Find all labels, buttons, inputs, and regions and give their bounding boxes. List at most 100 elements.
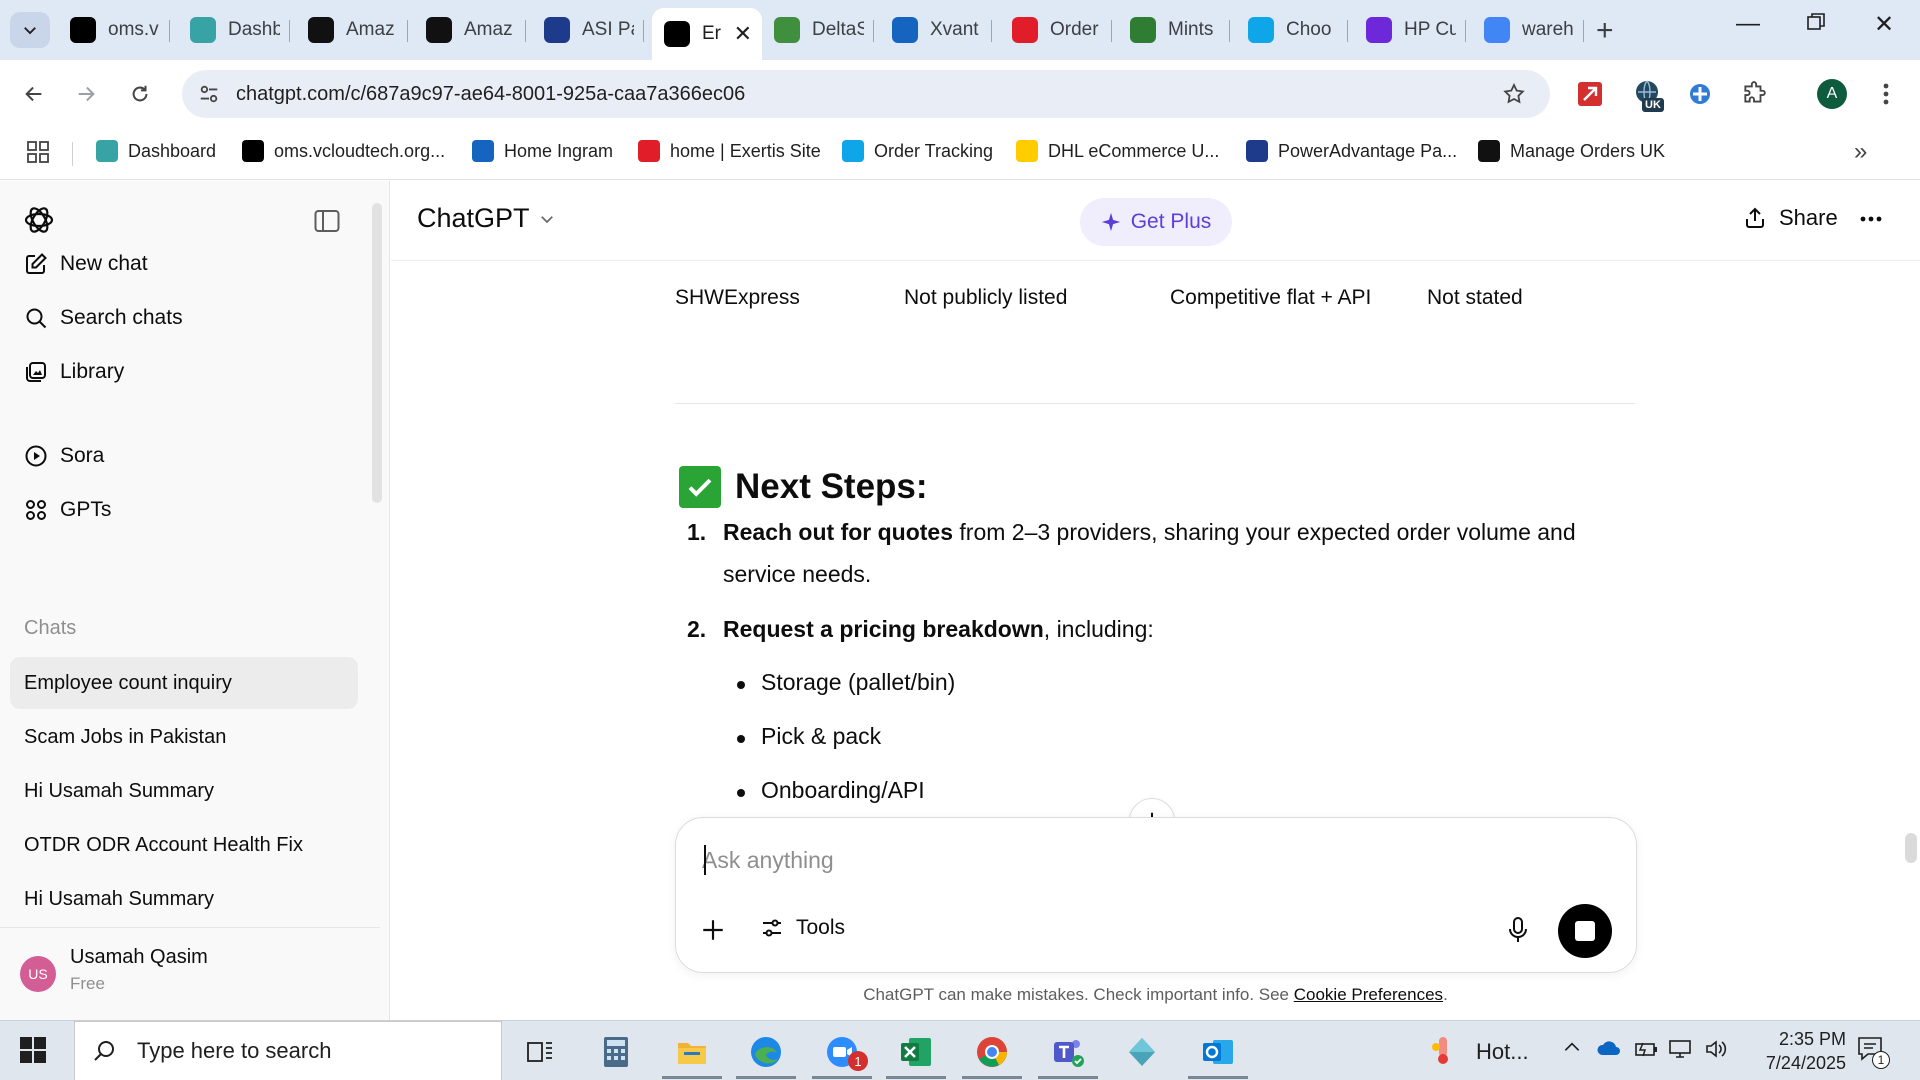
close-window-button[interactable]: ✕ [1864,10,1904,39]
divider [675,403,1635,404]
back-button[interactable] [16,76,52,112]
bookmark-item[interactable]: DHL eCommerce U... [1016,140,1219,162]
add-attachment-button[interactable] [700,914,726,951]
user-menu[interactable]: US Usamah Qasim Free [0,927,380,1020]
tab-active[interactable]: Er ✕ [652,8,762,60]
notifications-button[interactable]: 1 [1856,1035,1890,1069]
tab[interactable]: ASI Pa [532,8,644,52]
blue-extension-icon[interactable] [1684,78,1716,110]
restore-button[interactable] [1796,10,1836,38]
profile-avatar[interactable]: A [1816,78,1848,110]
chat-item[interactable]: Hi Usamah Summary [10,765,358,817]
url-text[interactable]: chatgpt.com/c/687a9c97-ae64-8001-925a-ca… [236,83,745,106]
task-view-button[interactable] [510,1029,570,1075]
new-tab-button[interactable]: + [1596,14,1614,48]
browser-menu-button[interactable] [1870,78,1902,110]
model-selector[interactable]: ChatGPT [417,203,556,234]
tools-label: Tools [796,916,846,939]
bookmark-item[interactable]: oms.vcloudtech.org... [242,140,445,162]
main-panel: ChatGPT Get Plus Share SHWExpress Not pu… [391,181,1920,1020]
bookmark-item[interactable]: Dashboard [96,140,216,162]
cookie-preferences-link[interactable]: Cookie Preferences [1294,985,1443,1004]
bullet [737,789,745,797]
tab-label: Xvant [930,19,979,40]
clock-date: 7/24/2025 [1765,1053,1846,1073]
tab[interactable]: oms.v [58,8,170,52]
sora-button[interactable]: Sora [10,433,360,479]
prompt-input[interactable] [702,840,1582,880]
windows-logo-icon [20,1037,46,1063]
weather-icon[interactable] [1430,1035,1456,1070]
bookmark-item[interactable]: Manage Orders UK [1478,140,1665,162]
bookmark-item[interactable]: Home Ingram [472,140,613,162]
zoom-app[interactable]: 1 [812,1029,872,1079]
chat-item[interactable]: Hi Usamah Summary [10,873,358,925]
battery-icon[interactable] [1634,1039,1660,1064]
folder-icon [678,1043,706,1064]
star-icon[interactable] [1502,82,1526,106]
search-chats-button[interactable]: Search chats [10,295,360,341]
openai-logo-icon[interactable] [22,203,56,242]
tab-search-button[interactable] [10,12,50,48]
tab[interactable]: Amaz [414,8,526,52]
minimize-button[interactable]: — [1728,10,1768,38]
dictate-button[interactable] [1506,916,1530,949]
more-bookmarks-chevron-icon[interactable]: » [1854,138,1867,166]
apps-grid-icon[interactable] [26,140,50,169]
tab[interactable]: Choo [1236,8,1348,52]
sidebar-scrollbar[interactable] [372,203,382,503]
file-explorer-app[interactable] [662,1029,722,1079]
conversation-options-button[interactable] [1859,199,1883,230]
vpn-extension-icon[interactable]: UK [1632,78,1664,112]
share-button[interactable]: Share [1743,205,1838,231]
diamond-app[interactable] [1112,1029,1172,1075]
outlook-app[interactable] [1188,1029,1248,1079]
tab[interactable]: DeltaS [762,8,874,52]
close-tab-icon[interactable]: ✕ [728,21,752,47]
reload-button[interactable] [122,76,158,112]
teams-app[interactable] [1038,1029,1098,1079]
bookmark-item[interactable]: home | Exertis Site [638,140,821,162]
forward-button[interactable] [68,76,104,112]
start-button[interactable] [20,1037,46,1068]
volume-icon[interactable] [1704,1039,1728,1064]
gpts-button[interactable]: GPTs [10,487,360,533]
get-plus-button[interactable]: Get Plus [1080,198,1232,246]
chat-item-active[interactable]: Employee count inquiry [10,657,358,709]
tools-button[interactable]: Tools [760,916,845,940]
bookmark-item[interactable]: PowerAdvantage Pa... [1246,140,1457,162]
pdf-extension-icon[interactable] [1574,78,1606,110]
calculator-app[interactable] [586,1029,646,1075]
weather-text[interactable]: Hot... [1476,1039,1529,1065]
chatgpt-icon [664,21,690,47]
chat-item[interactable]: OTDR ODR Account Health Fix [10,819,358,871]
tab[interactable]: Mints [1118,8,1230,52]
system-clock[interactable]: 2:35 PM 7/24/2025 [1738,1027,1846,1075]
extensions-puzzle-icon[interactable] [1738,78,1770,110]
close-sidebar-button[interactable] [314,209,340,238]
chrome-app[interactable] [962,1029,1022,1079]
bookmark-label: PowerAdvantage Pa... [1278,140,1458,161]
stop-generating-button[interactable] [1558,904,1612,958]
network-icon[interactable] [1668,1039,1694,1064]
excel-app[interactable] [886,1029,946,1079]
taskbar-search-text: Type here to search [137,1038,332,1063]
tab[interactable]: HP Cu [1354,8,1466,52]
onedrive-icon[interactable] [1596,1039,1622,1062]
chrome-icon [977,1037,1007,1067]
edge-app[interactable] [736,1029,796,1079]
taskbar-search[interactable]: Type here to search [74,1021,502,1080]
address-bar[interactable]: chatgpt.com/c/687a9c97-ae64-8001-925a-ca… [182,70,1550,118]
tab[interactable]: Order [1000,8,1112,52]
main-scrollbar[interactable] [1905,833,1917,863]
bookmark-item[interactable]: Order Tracking [842,140,993,162]
tab[interactable]: Amaz [296,8,408,52]
tab[interactable]: wareh [1472,8,1584,52]
edge-icon [751,1037,781,1067]
tab[interactable]: Dashb [178,8,290,52]
chevron-up-icon[interactable] [1562,1037,1582,1062]
tab[interactable]: Xvant [880,8,992,52]
new-chat-button[interactable]: New chat [10,241,360,287]
library-button[interactable]: Library [10,349,360,395]
chat-item[interactable]: Scam Jobs in Pakistan [10,711,358,763]
